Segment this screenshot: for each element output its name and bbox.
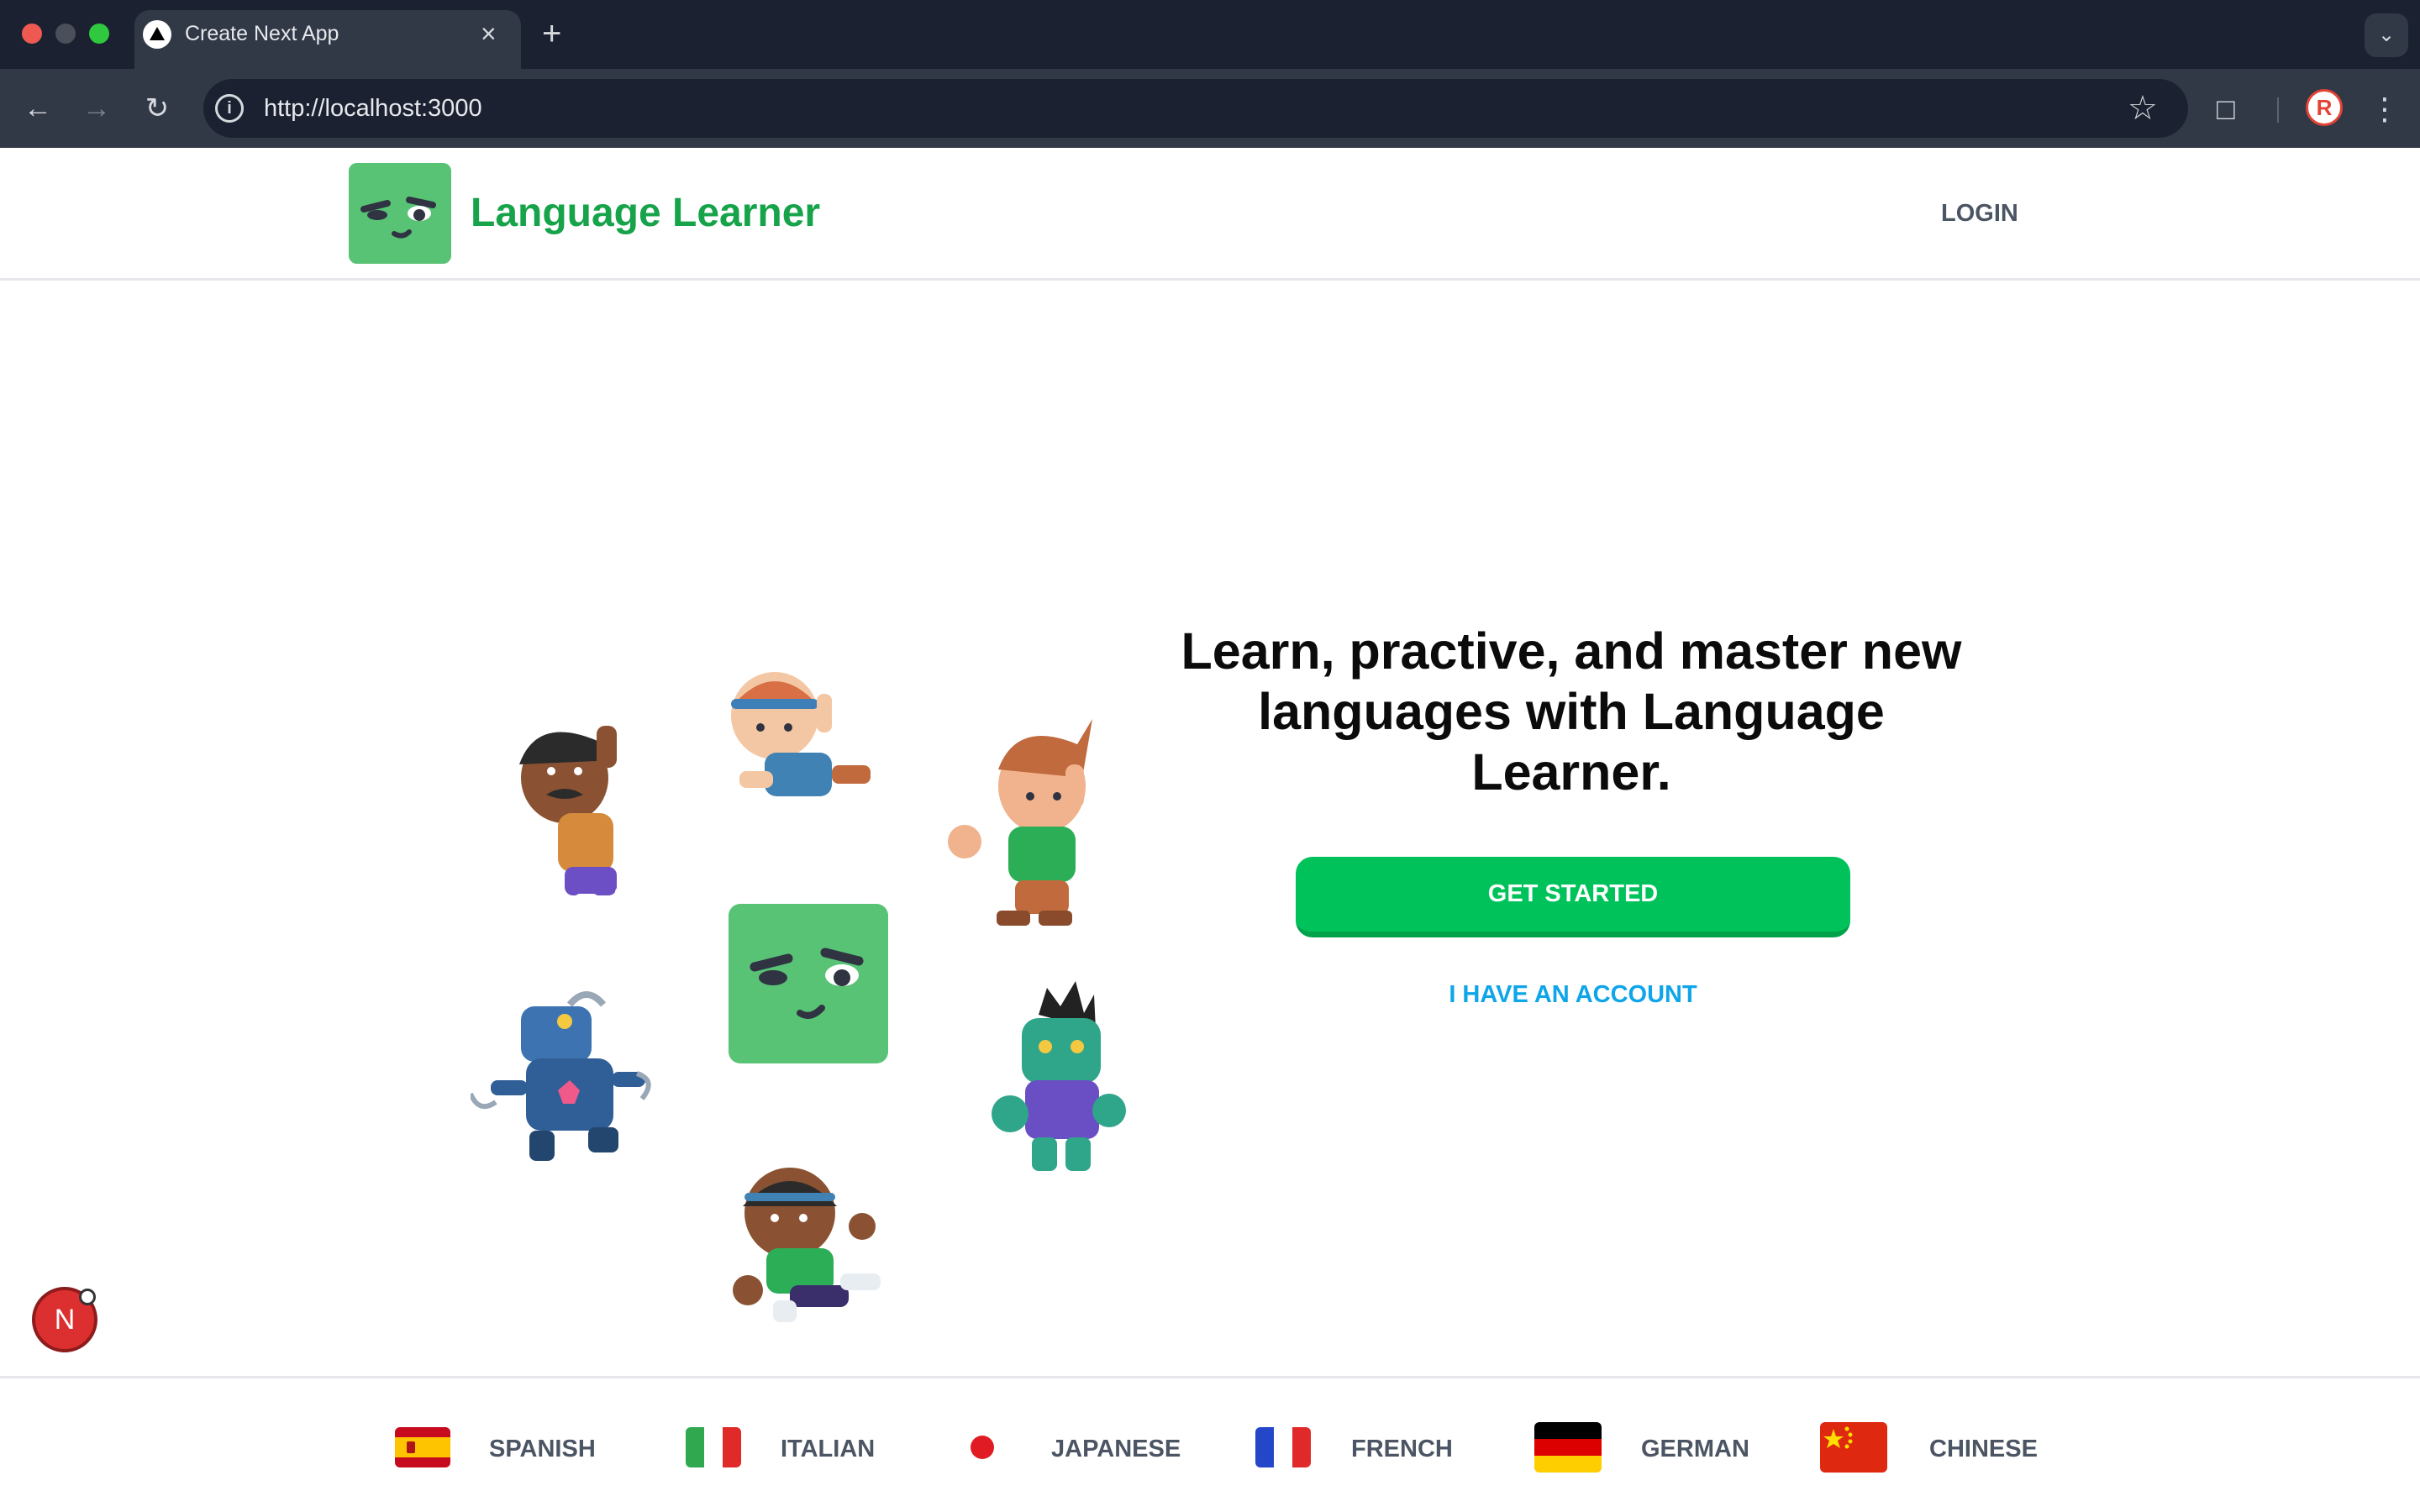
spain-flag-icon (395, 1427, 450, 1467)
china-flag-icon (1820, 1422, 1887, 1473)
logo-mascot-icon[interactable] (349, 163, 451, 264)
language-item-italian[interactable]: ITALIAN (686, 1427, 879, 1474)
profile-avatar-icon[interactable]: R (2306, 89, 2343, 126)
reload-icon[interactable]: ↻ (136, 87, 178, 129)
man-mustache-icon (519, 726, 640, 907)
mascot-box-icon (729, 904, 888, 1063)
tab-title: Create Next App (185, 22, 339, 45)
bookmark-star-icon[interactable]: ☆ (2128, 89, 2158, 128)
browser-tab-bar: Create Next App × + ⌄ (0, 0, 2420, 69)
extensions-icon[interactable]: □ (2217, 91, 2235, 128)
language-item-spanish[interactable]: SPANISH (395, 1427, 597, 1474)
language-label-chinese: CHINESE (1929, 1436, 2038, 1462)
robot-icon (471, 991, 651, 1161)
page-content: Language Learner LOGIN Learn, practive, … (0, 148, 2420, 1512)
language-item-chinese[interactable]: CHINESE (1820, 1422, 2039, 1474)
language-item-japanese[interactable]: JAPANESE (955, 1427, 1181, 1474)
window-maximize-button[interactable] (89, 24, 109, 44)
language-label-french: FRENCH (1351, 1436, 1453, 1462)
zombie-icon (992, 981, 1126, 1171)
language-footer: SPANISH ITALIAN JAPANESE FRENCH GERMAN C… (0, 1376, 2420, 1512)
hero-headline: Learn, practive, and master new language… (1181, 622, 1962, 801)
japan-flag-icon (955, 1427, 1010, 1467)
kebab-menu-icon[interactable]: ⋮ (2370, 91, 2400, 128)
tab-search-chevron-icon[interactable]: ⌄ (2365, 13, 2408, 57)
have-account-link[interactable]: I HAVE AN ACCOUNT (1296, 981, 1850, 1008)
nextjs-favicon-icon (143, 20, 171, 49)
language-item-german[interactable]: GERMAN (1534, 1422, 1753, 1474)
france-flag-icon (1255, 1427, 1311, 1467)
hero-illustration (471, 492, 1143, 1332)
browser-toolbar: ← → ↻ i http://localhost:3000 ☆ □ R ⋮ (0, 69, 2420, 148)
language-label-spanish: SPANISH (489, 1436, 596, 1462)
new-tab-icon[interactable]: + (542, 15, 561, 52)
girl-green-shirt-icon (733, 1168, 881, 1322)
language-label-italian: ITALIAN (781, 1436, 876, 1462)
forward-arrow-icon[interactable]: → (76, 87, 118, 129)
site-info-icon[interactable]: i (215, 94, 244, 123)
dev-indicator-status-dot (79, 1289, 96, 1305)
url-text[interactable]: http://localhost:3000 (264, 94, 482, 123)
login-button[interactable]: LOGIN (1941, 200, 2018, 227)
brand-title[interactable]: Language Learner (471, 190, 820, 237)
toolbar-divider (2277, 97, 2279, 123)
language-item-french[interactable]: FRENCH (1255, 1427, 1457, 1474)
germany-flag-icon (1534, 1422, 1602, 1473)
window-minimize-button[interactable] (55, 24, 76, 44)
back-arrow-icon[interactable]: ← (17, 87, 59, 129)
language-label-german: GERMAN (1641, 1436, 1749, 1462)
window-close-button[interactable] (22, 24, 42, 44)
get-started-button[interactable]: GET STARTED (1296, 857, 1850, 937)
italy-flag-icon (686, 1427, 741, 1467)
boy-green-shirt-icon (948, 719, 1092, 926)
tab-close-icon[interactable]: × (481, 18, 497, 49)
language-label-japanese: JAPANESE (1051, 1436, 1181, 1462)
girl-headband-icon (731, 672, 871, 796)
site-header: Language Learner LOGIN (0, 148, 2420, 281)
address-bar[interactable] (203, 79, 2188, 138)
